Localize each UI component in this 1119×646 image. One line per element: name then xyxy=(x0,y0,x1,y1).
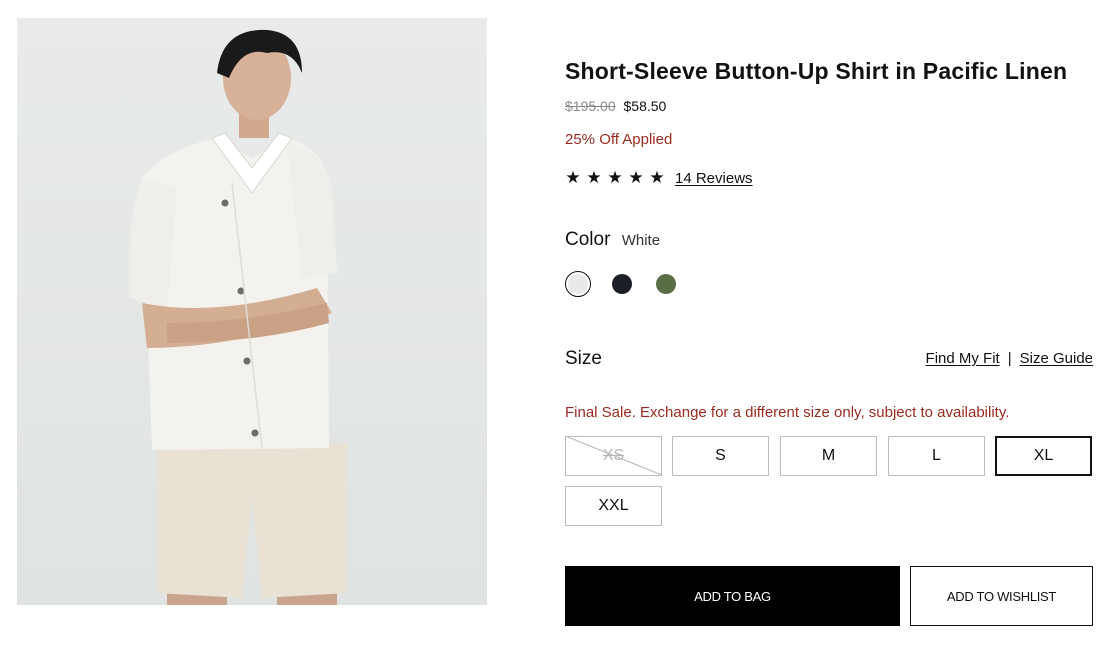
swatch-white-dot xyxy=(568,274,588,294)
swatch-olive-dot xyxy=(656,274,676,294)
swatch-black-dot xyxy=(612,274,632,294)
selected-color-name: White xyxy=(621,232,661,249)
star-icon: ★ xyxy=(565,168,581,187)
product-details: Short-Sleeve Button-Up Shirt in Pacific … xyxy=(565,0,1093,646)
size-option-s[interactable]: S xyxy=(672,436,769,476)
star-icon: ★ xyxy=(607,168,623,187)
size-guide-link[interactable]: Size Guide xyxy=(1020,350,1093,367)
link-separator: | xyxy=(1007,350,1012,367)
product-image xyxy=(17,18,487,605)
star-rating: ★ ★ ★ ★ ★ xyxy=(565,168,665,188)
original-price: $195.00 xyxy=(565,98,616,114)
add-to-wishlist-button[interactable]: ADD TO WISHLIST xyxy=(910,566,1093,626)
discount-text: 25% Off Applied xyxy=(565,131,673,148)
price-row: $195.00 $58.50 xyxy=(565,98,666,114)
color-label: Color xyxy=(565,229,611,250)
model-photo xyxy=(128,29,347,605)
color-swatches xyxy=(565,271,679,297)
size-option-xs[interactable]: XS xyxy=(565,436,662,476)
color-heading: Color White xyxy=(565,229,660,251)
size-option-xl[interactable]: XL xyxy=(995,436,1092,476)
reviews-link[interactable]: 14 Reviews xyxy=(675,170,753,187)
add-to-bag-button[interactable]: ADD TO BAG xyxy=(565,566,900,626)
swatch-black[interactable] xyxy=(609,271,635,297)
final-sale-notice: Final Sale. Exchange for a different siz… xyxy=(565,404,1010,421)
rating-row: ★ ★ ★ ★ ★ 14 Reviews xyxy=(565,168,753,188)
star-icon: ★ xyxy=(586,168,602,187)
size-option-m[interactable]: M xyxy=(780,436,877,476)
sale-price: $58.50 xyxy=(623,98,667,114)
find-my-fit-link[interactable]: Find My Fit xyxy=(926,350,1000,367)
size-option-l[interactable]: L xyxy=(888,436,985,476)
product-title: Short-Sleeve Button-Up Shirt in Pacific … xyxy=(565,58,1068,84)
swatch-olive[interactable] xyxy=(653,271,679,297)
star-icon: ★ xyxy=(628,168,644,187)
size-links: Find My Fit | Size Guide xyxy=(926,350,1093,367)
star-icon: ★ xyxy=(649,168,665,187)
size-option-xxl[interactable]: XXL xyxy=(565,486,662,526)
size-label: Size xyxy=(565,348,602,369)
swatch-white[interactable] xyxy=(565,271,591,297)
